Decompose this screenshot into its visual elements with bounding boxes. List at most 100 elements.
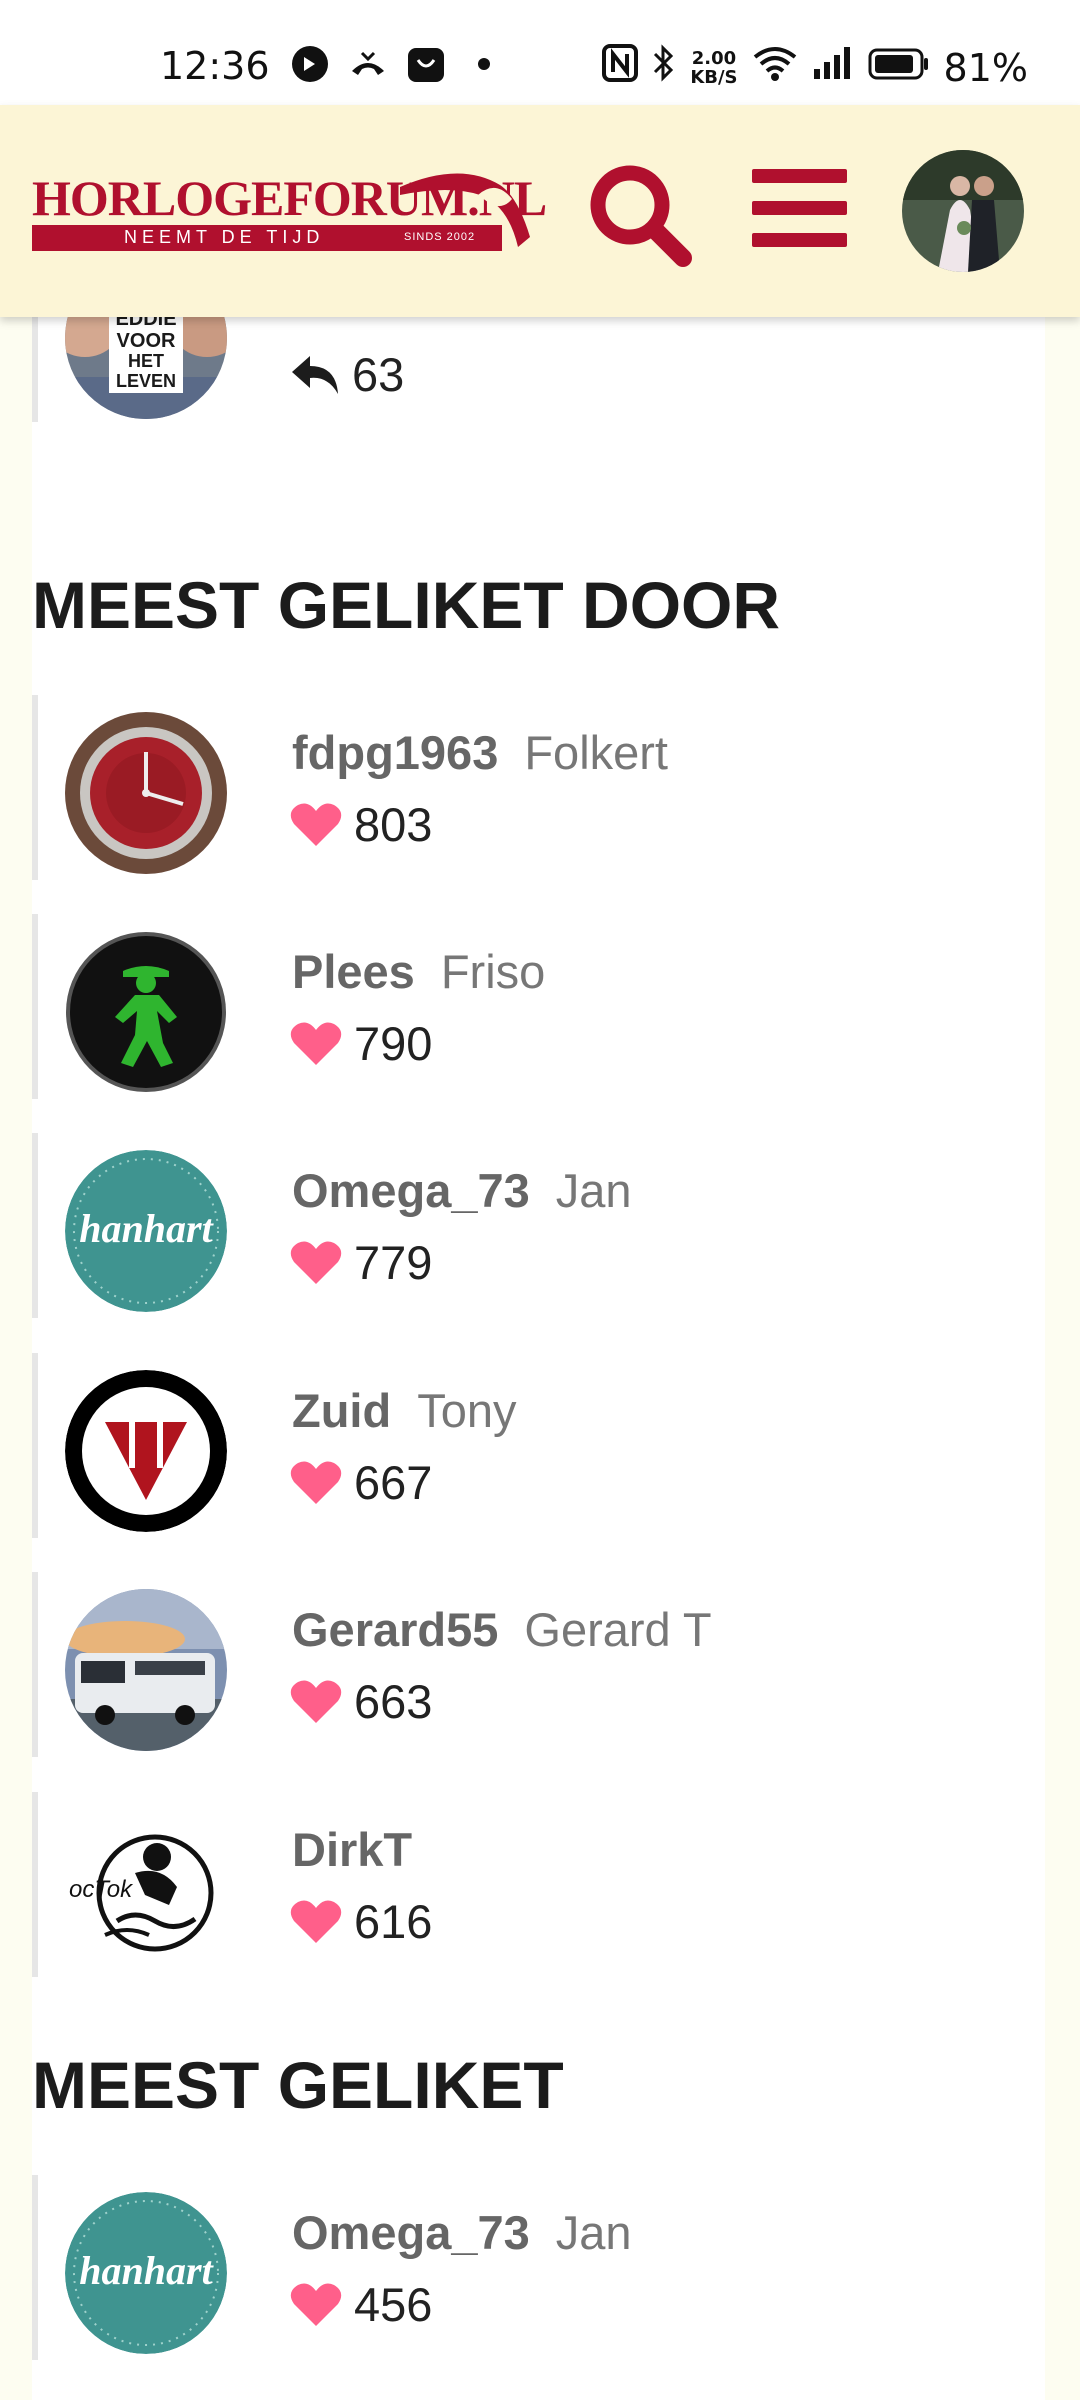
network-speed-value: 2.00 xyxy=(691,47,737,69)
heart-icon xyxy=(290,2282,342,2326)
row-divider xyxy=(32,1792,38,1977)
watch-avatar-image xyxy=(65,712,227,874)
user-row[interactable]: Zuid Tony 667 xyxy=(32,1353,1045,1538)
site-header: HORLOGEFORUM.NL NEEMT DE TIJD SINDS 2002 xyxy=(0,105,1080,317)
search-button[interactable] xyxy=(585,160,695,270)
like-count-value: 456 xyxy=(354,2278,433,2331)
search-icon xyxy=(590,165,692,267)
vostok-avatar-image: ocTok xyxy=(65,1809,227,1971)
full-name: Gerard T xyxy=(524,1603,712,1656)
row-divider xyxy=(32,2175,38,2360)
heart-icon xyxy=(290,1240,342,1284)
username[interactable]: Plees xyxy=(292,945,415,998)
user-row[interactable]: Gerard55 Gerard T 663 xyxy=(32,1572,1045,1757)
like-count-value: 779 xyxy=(354,1236,433,1289)
username[interactable]: DirkT xyxy=(292,1823,412,1876)
user-avatar[interactable]: ocTok xyxy=(65,1809,227,1971)
like-count: 667 xyxy=(290,1455,432,1510)
hamburger-bar-icon xyxy=(752,233,847,247)
username[interactable]: Omega_73 xyxy=(292,1164,530,1217)
row-divider xyxy=(32,1572,38,1757)
user-avatar[interactable]: hanhart xyxy=(65,1150,227,1312)
full-name: Friso xyxy=(440,945,546,998)
signal-icon xyxy=(812,45,854,90)
top-user-row[interactable]: EDDIE VOOR HET LEVEN 63 xyxy=(32,317,1045,422)
menu-button[interactable] xyxy=(752,169,847,259)
user-avatar-button[interactable] xyxy=(902,150,1024,272)
network-speed: 2.00 KB/S xyxy=(690,49,737,87)
section-title-most-liked: MEEST GELIKET xyxy=(32,2048,564,2122)
row-divider xyxy=(32,695,38,880)
like-count: 803 xyxy=(290,797,432,852)
reply-icon xyxy=(292,355,338,394)
user-row[interactable]: hanhart Omega_73 Jan 779 xyxy=(32,1133,1045,1318)
battery-percent: 81% xyxy=(943,45,1028,90)
user-row[interactable]: hanhart Omega_73 Jan 456 xyxy=(32,2175,1045,2360)
ampelmann-avatar-image xyxy=(66,932,226,1092)
logo-tagline: NEEMT DE TIJD xyxy=(124,227,325,247)
emblem-avatar-image xyxy=(65,1370,227,1532)
logo-banner: NEEMT DE TIJD SINDS 2002 xyxy=(32,225,502,251)
status-notification-icons xyxy=(290,44,504,84)
username[interactable]: Gerard55 xyxy=(292,1603,498,1656)
heart-icon xyxy=(290,1679,342,1723)
user-avatar[interactable] xyxy=(65,931,227,1093)
wifi-icon xyxy=(752,45,798,90)
missed-call-icon xyxy=(348,44,388,84)
like-count: 779 xyxy=(290,1235,432,1290)
heart-icon xyxy=(290,1899,342,1943)
reply-count: 63 xyxy=(290,347,404,402)
hanhart-avatar-image: hanhart xyxy=(65,2192,227,2354)
eddie-avatar-text-4: LEVEN xyxy=(116,371,176,391)
user-names: Zuid Tony xyxy=(292,1383,516,1438)
status-time: 12:36 xyxy=(160,44,270,88)
shopping-app-icon xyxy=(406,44,446,84)
heart-icon xyxy=(290,1460,342,1504)
full-name: Jan xyxy=(555,1164,632,1217)
reply-count-value: 63 xyxy=(352,348,405,401)
eddie-avatar-image: EDDIE VOOR HET LEVEN xyxy=(65,317,227,419)
like-count-value: 663 xyxy=(354,1675,433,1728)
user-row[interactable]: fdpg1963 Folkert 803 xyxy=(32,695,1045,880)
network-speed-unit: KB/S xyxy=(690,66,738,88)
nfc-icon xyxy=(602,44,639,91)
username[interactable]: Zuid xyxy=(292,1384,391,1437)
heart-icon xyxy=(290,1021,342,1065)
status-right: 2.00 KB/S 81% xyxy=(602,44,1028,91)
user-avatar[interactable]: hanhart xyxy=(65,2192,227,2354)
like-count: 663 xyxy=(290,1674,432,1729)
section-title-most-liked-by: MEEST GELIKET DOOR xyxy=(32,568,781,642)
user-names: Gerard55 Gerard T xyxy=(292,1602,712,1657)
row-divider xyxy=(32,317,38,422)
camper-avatar-image xyxy=(65,1589,227,1751)
like-count-value: 790 xyxy=(354,1017,433,1070)
like-count: 790 xyxy=(290,1016,432,1071)
hanhart-avatar-text: hanhart xyxy=(79,2248,214,2293)
hamburger-bar-icon xyxy=(752,201,847,215)
dot-icon xyxy=(464,44,504,84)
hanhart-avatar-image: hanhart xyxy=(65,1150,227,1312)
user-avatar[interactable] xyxy=(65,1370,227,1532)
user-avatar-photo xyxy=(902,150,1024,272)
site-logo[interactable]: HORLOGEFORUM.NL NEEMT DE TIJD SINDS 2002 xyxy=(30,165,547,260)
like-count-value: 803 xyxy=(354,798,433,851)
full-name: Jan xyxy=(555,2206,632,2259)
status-bar: 12:36 2.00 KB/S 81% xyxy=(0,0,1080,105)
user-avatar-eddie[interactable]: EDDIE VOOR HET LEVEN xyxy=(65,317,227,419)
vostok-avatar-text: ocTok xyxy=(69,1876,134,1903)
user-row[interactable]: Plees Friso 790 xyxy=(32,914,1045,1099)
row-divider xyxy=(32,914,38,1099)
row-divider xyxy=(32,1133,38,1318)
app-notification-icon xyxy=(290,44,330,84)
user-names: Omega_73 Jan xyxy=(292,1163,632,1218)
user-avatar[interactable] xyxy=(65,712,227,874)
user-row[interactable]: ocTok DirkT 616 xyxy=(32,1792,1045,1977)
bluetooth-icon xyxy=(652,44,676,91)
logo-since: SINDS 2002 xyxy=(404,231,476,243)
username[interactable]: Omega_73 xyxy=(292,2206,530,2259)
user-names: DirkT xyxy=(292,1822,412,1877)
user-names: fdpg1963 Folkert xyxy=(292,725,668,780)
username[interactable]: fdpg1963 xyxy=(292,726,498,779)
main-content: EDDIE VOOR HET LEVEN 63 MEEST GELIKET DO… xyxy=(32,317,1045,2400)
user-avatar[interactable] xyxy=(65,1589,227,1751)
